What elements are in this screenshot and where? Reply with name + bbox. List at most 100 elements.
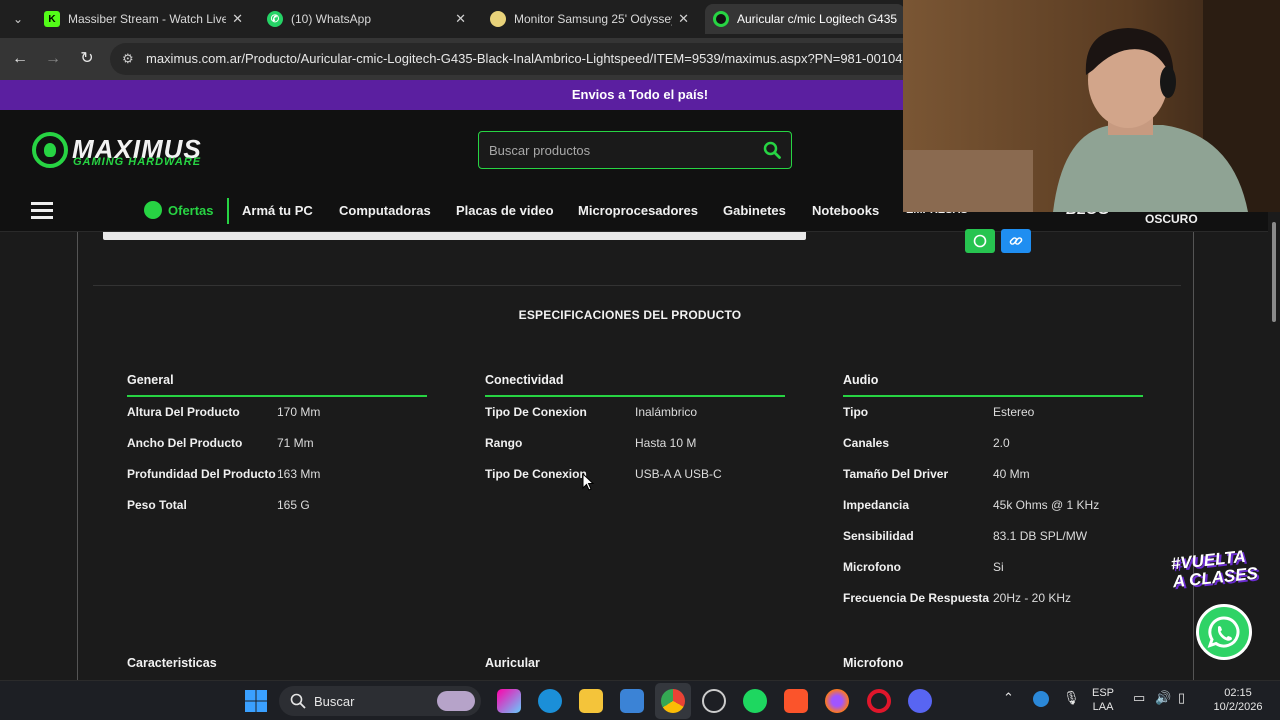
tab-search-chevron-icon[interactable]: ⌄ [8, 9, 28, 29]
keyboard-layout: LAA [1092, 701, 1114, 713]
spec-section-caracteristicas: Caracteristicas [127, 656, 217, 670]
show-hidden-icons-chevron-icon[interactable]: ⌃ [1003, 691, 1014, 705]
firefox-icon[interactable] [825, 689, 849, 713]
clock-date: 10/2/2026 [1213, 701, 1263, 713]
back-icon[interactable]: ← [10, 49, 30, 69]
spec-column-heading: General [127, 373, 174, 387]
spec-row: Canales 2.0 [843, 435, 1143, 466]
tab-whatsapp[interactable]: ✆ (10) WhatsApp ✕ [259, 4, 474, 34]
spec-row: Impedancia 45k Ohms @ 1 KHz [843, 497, 1143, 528]
spec-column-general: General Altura Del Producto 170 Mm Ancho … [127, 373, 427, 528]
spec-heading-rule [127, 395, 427, 397]
spec-value: 20Hz - 20 KHz [993, 591, 1072, 605]
battery-icon[interactable]: ▯ [1178, 691, 1185, 705]
spec-section-auricular: Auricular [485, 656, 540, 670]
spec-key: Tipo [843, 405, 869, 419]
obs-icon[interactable] [702, 689, 726, 713]
search-icon [290, 693, 306, 709]
edge-browser-icon[interactable] [538, 689, 562, 713]
spec-value: 71 Mm [277, 436, 314, 450]
vuelta-a-clases-badge[interactable]: #VUELTA A CLASES [1170, 547, 1260, 598]
spec-row: Ancho Del Producto 71 Mm [127, 435, 427, 466]
opera-gx-icon[interactable] [867, 689, 891, 713]
language-indicator[interactable]: ESP LAA [1092, 686, 1114, 714]
spec-row: Tipo Estereo [843, 404, 1143, 435]
nav-arma-tu-pc[interactable]: Armá tu PC [242, 203, 313, 218]
site-info-icon[interactable]: ⚙ [122, 51, 134, 67]
url-text[interactable]: maximus.com.ar/Producto/Auricular-cmic-L… [146, 51, 903, 66]
spec-key: Tipo De Conexion [485, 405, 587, 419]
close-tab-icon[interactable]: ✕ [232, 11, 243, 27]
volume-icon[interactable]: 🔊 [1155, 691, 1171, 705]
spec-key: Sensibilidad [843, 529, 914, 543]
spec-value: 45k Ohms @ 1 KHz [993, 498, 1100, 512]
search-icon[interactable] [763, 141, 781, 159]
whatsapp-chat-button[interactable] [1196, 604, 1252, 660]
tab-kick[interactable]: K Massiber Stream - Watch Live on ✕ [36, 4, 251, 34]
chrome-icon[interactable] [661, 689, 685, 713]
nav-ofertas[interactable]: Ofertas [168, 203, 214, 218]
dark-mode-toggle[interactable]: OSCURO [1145, 212, 1198, 226]
share-whatsapp-button[interactable] [965, 229, 995, 253]
clock[interactable]: 02:15 10/2/2026 [1208, 686, 1268, 714]
spec-key: Peso Total [127, 498, 187, 512]
spec-key: Canales [843, 436, 890, 450]
spec-value: 83.1 DB SPL/MW [993, 529, 1088, 543]
spec-row: Frecuencia De Respuesta 20Hz - 20 KHz [843, 590, 1143, 621]
spec-value: Inalámbrico [635, 405, 698, 419]
spec-row: Microfono Si [843, 559, 1143, 590]
spec-key: Rango [485, 436, 523, 450]
spec-row: Altura Del Producto 170 Mm [127, 404, 427, 435]
nav-notebooks[interactable]: Notebooks [812, 203, 879, 218]
spec-row: Rango Hasta 10 M [485, 435, 785, 466]
tab-title: (10) WhatsApp [291, 12, 372, 26]
whatsapp-icon [1207, 616, 1240, 648]
spotify-icon[interactable] [743, 689, 767, 713]
reload-icon[interactable]: ↻ [77, 49, 97, 69]
windows-start-icon[interactable] [244, 689, 268, 713]
tab-monitor[interactable]: Monitor Samsung 25' Odyssey ✕ [482, 4, 697, 34]
close-tab-icon[interactable]: ✕ [678, 11, 689, 27]
kick-icon: K [44, 11, 60, 27]
nav-computadoras[interactable]: Computadoras [339, 203, 431, 218]
nav-separator [227, 198, 229, 224]
nav-placas-de-video[interactable]: Placas de video [456, 203, 554, 218]
brave-icon[interactable] [784, 689, 808, 713]
product-search[interactable] [478, 131, 792, 169]
network-icon[interactable]: ▭ [1133, 691, 1145, 705]
search-input[interactable] [489, 140, 749, 160]
close-tab-icon[interactable]: ✕ [455, 11, 466, 27]
spec-value: Si [993, 560, 1004, 574]
tab-maximus-active[interactable]: Auricular c/mic Logitech G435 [705, 4, 905, 34]
spec-value: 163 Mm [277, 467, 321, 481]
spec-value: 2.0 [993, 436, 1010, 450]
nav-microprocesadores[interactable]: Microprocesadores [578, 203, 698, 218]
windows-taskbar: Buscar ⌃ 🎙 ESP LAA ▭ 🔊 ▯ 02:15 10/2/2026 [0, 680, 1280, 720]
scrollbar-thumb[interactable] [1272, 222, 1276, 322]
file-explorer-icon[interactable] [579, 689, 603, 713]
microphone-icon[interactable]: 🎙 [1063, 691, 1080, 705]
clock-time: 02:15 [1224, 687, 1252, 699]
mouse-cursor-icon [582, 473, 594, 491]
product-content: ESPECIFICACIONES DEL PRODUCTO General Al… [77, 229, 1194, 680]
microsoft-store-icon[interactable] [620, 689, 644, 713]
spec-row: Tipo De Conexion Inalámbrico [485, 404, 785, 435]
copilot-icon[interactable] [497, 689, 521, 713]
forward-icon[interactable]: → [43, 49, 63, 69]
discord-icon[interactable] [908, 689, 932, 713]
copy-link-button[interactable] [1001, 229, 1031, 253]
spec-key: Altura Del Producto [127, 405, 240, 419]
onedrive-icon[interactable] [1033, 691, 1049, 707]
product-gallery-edge [103, 232, 806, 240]
nav-gabinetes[interactable]: Gabinetes [723, 203, 786, 218]
language-code: ESP [1092, 687, 1115, 699]
spec-row: Profundidad Del Producto 163 Mm [127, 466, 427, 497]
spec-row: Sensibilidad 83.1 DB SPL/MW [843, 528, 1143, 559]
hamburger-menu-icon[interactable] [31, 202, 53, 220]
taskbar-search[interactable]: Buscar [279, 686, 481, 716]
webcam-overlay [903, 0, 1280, 212]
tab-title: Massiber Stream - Watch Live on [68, 12, 227, 26]
page-scrollbar[interactable] [1268, 212, 1280, 680]
spec-heading-rule [485, 395, 785, 397]
spec-value: USB-A A USB-C [635, 467, 722, 481]
